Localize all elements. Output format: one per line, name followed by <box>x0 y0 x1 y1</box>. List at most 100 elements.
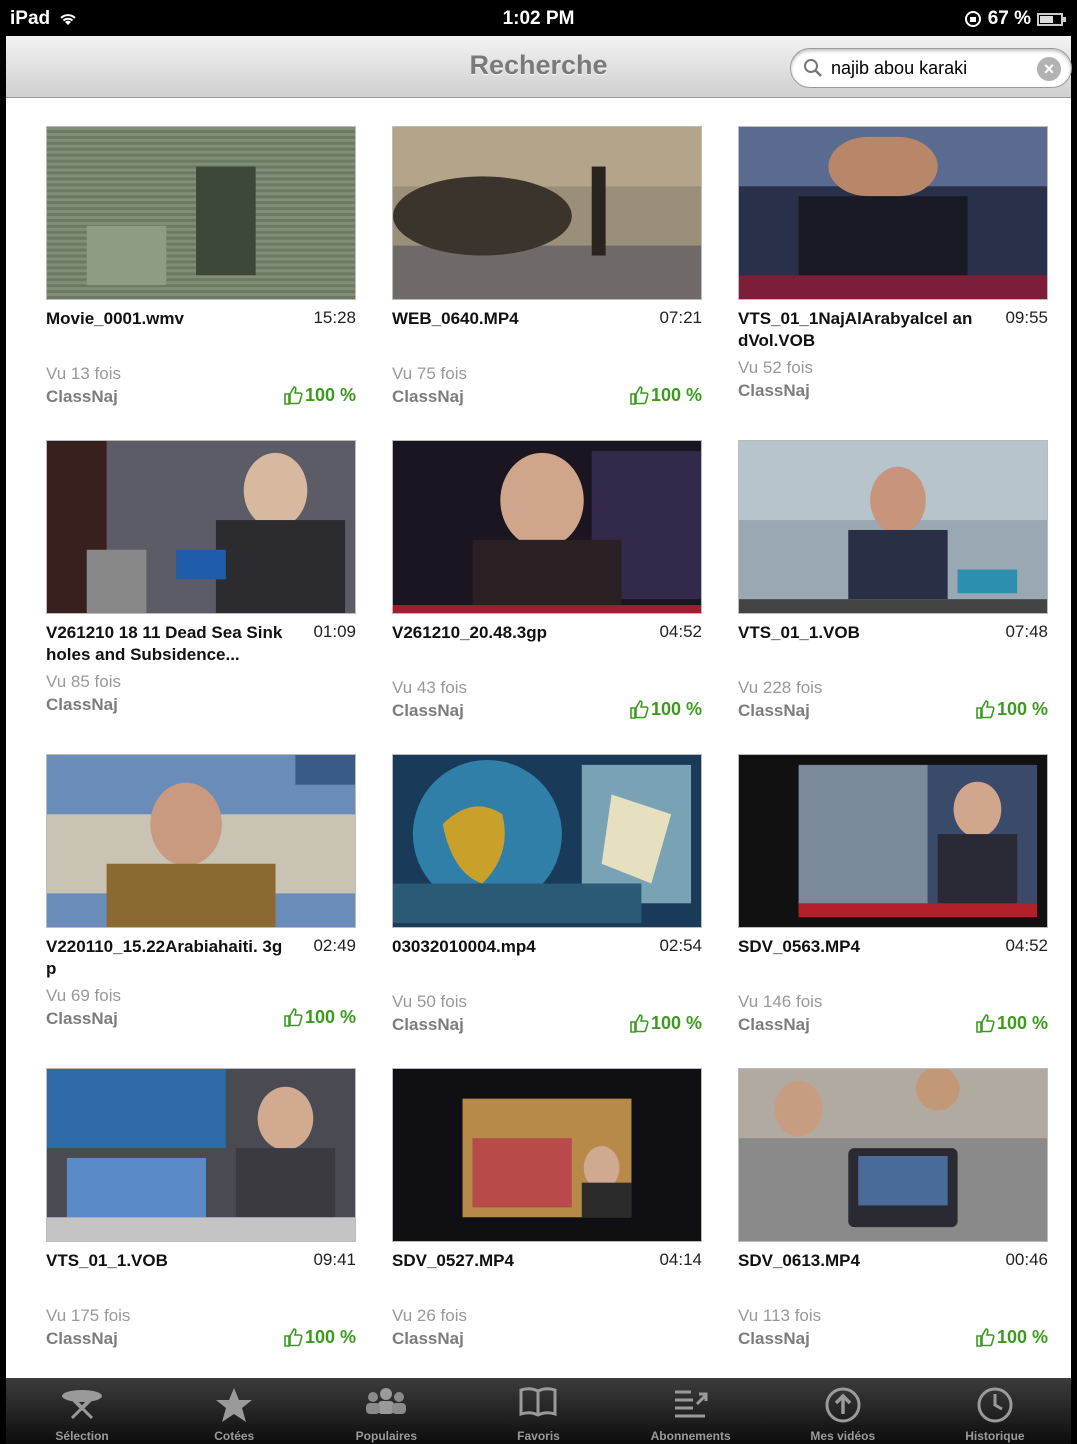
tab-clock[interactable]: Historique <box>919 1378 1071 1444</box>
star-icon <box>216 1388 253 1422</box>
tab-book[interactable]: Favoris <box>462 1378 614 1444</box>
tab-label: Cotées <box>214 1429 255 1443</box>
video-tile[interactable]: V261210_20.48.3gp 04:52 Vu 43 fois ClassNaj… <box>392 440 702 740</box>
search-input[interactable] <box>831 57 1021 79</box>
video-rating: 100 % <box>628 1012 702 1034</box>
video-tile[interactable]: SDV_0613.MP4 00:46 Vu 113 fois ClassNaj 100 … <box>738 1068 1048 1368</box>
video-title[interactable]: VTS_01_1.VOB <box>738 622 976 644</box>
video-thumbnail[interactable] <box>46 126 356 300</box>
video-views: Vu 43 fois <box>392 678 467 697</box>
battery-icon <box>1037 12 1066 26</box>
rating-value: 100 % <box>650 384 702 405</box>
status-right: 67 % <box>964 8 1066 30</box>
video-channel[interactable]: ClassNaj <box>46 387 118 407</box>
video-title[interactable]: VTS_01_1.VOB <box>46 1250 284 1272</box>
video-tile[interactable]: VTS_01_1.VOB 09:41 Vu 175 fois ClassNaj 100 … <box>46 1068 356 1368</box>
video-title[interactable]: VTS_01_1NajAlArabyalcel andVol.VOB <box>738 308 976 352</box>
video-duration: 04:52 <box>659 622 702 641</box>
video-thumbnail[interactable] <box>46 1068 356 1242</box>
video-duration: 09:41 <box>313 1250 356 1269</box>
video-views: Vu 175 fois <box>46 1306 131 1325</box>
video-tile[interactable]: SDV_0527.MP4 04:14 Vu 26 fois ClassNaj <box>392 1068 702 1368</box>
thumbs-up-icon <box>284 1328 303 1347</box>
video-channel[interactable]: ClassNaj <box>738 701 810 721</box>
tab-label: Mes vidéos <box>810 1429 876 1443</box>
video-rating: 100 % <box>974 698 1048 720</box>
search-icon <box>804 59 822 77</box>
upload-icon <box>825 1387 861 1423</box>
video-channel[interactable]: ClassNaj <box>392 1015 464 1035</box>
video-title[interactable]: V261210 18 11 Dead Sea Sinkholes and Sub… <box>46 622 284 666</box>
video-views: Vu 52 fois <box>738 358 813 377</box>
tab-label: Historique <box>965 1429 1025 1443</box>
video-channel[interactable]: ClassNaj <box>392 701 464 721</box>
video-tile[interactable]: WEB_0640.MP4 07:21 Vu 75 fois ClassNaj 100 % <box>392 126 702 426</box>
thumbs-up-icon <box>976 700 995 719</box>
tab-subscriptions[interactable]: Abonnements <box>615 1378 767 1444</box>
orientation-lock-icon <box>964 11 981 27</box>
tab-satellite[interactable]: Sélection <box>6 1378 158 1444</box>
video-tile[interactable]: V220110_15.22Arabiahaiti. 3gp 02:49 Vu 69 … <box>46 754 356 1054</box>
video-duration: 00:46 <box>1005 1250 1048 1269</box>
video-thumbnail[interactable] <box>392 126 702 300</box>
video-views: Vu 13 fois <box>46 364 121 383</box>
video-channel[interactable]: ClassNaj <box>738 381 810 401</box>
video-thumbnail[interactable] <box>392 1068 702 1242</box>
video-tile[interactable]: VTS_01_1.VOB 07:48 Vu 228 fois ClassNaj 100 … <box>738 440 1048 740</box>
rating-value: 100 % <box>650 1012 702 1033</box>
video-thumbnail[interactable] <box>738 1068 1048 1242</box>
video-views: Vu 228 fois <box>738 678 823 697</box>
video-thumbnail[interactable] <box>46 754 356 928</box>
video-channel[interactable]: ClassNaj <box>392 1329 464 1349</box>
video-tile[interactable]: Movie_0001.wmv 15:28 Vu 13 fois ClassNaj 100… <box>46 126 356 426</box>
tab-upload[interactable]: Mes vidéos <box>767 1378 919 1444</box>
video-views: Vu 85 fois <box>46 672 121 691</box>
thumbs-up-icon <box>284 1008 303 1027</box>
video-title[interactable]: SDV_0527.MP4 <box>392 1250 630 1272</box>
video-channel[interactable]: ClassNaj <box>738 1329 810 1349</box>
video-thumbnail[interactable] <box>46 440 356 614</box>
video-tile[interactable]: VTS_01_1NajAlArabyalcel andVol.VOB 09:55 V… <box>738 126 1048 426</box>
video-duration: 02:54 <box>659 936 702 955</box>
video-duration: 04:14 <box>659 1250 702 1269</box>
video-channel[interactable]: ClassNaj <box>46 1329 118 1349</box>
video-title[interactable]: SDV_0563.MP4 <box>738 936 976 958</box>
video-title[interactable]: 03032010004.mp4 <box>392 936 630 958</box>
tab-star[interactable]: Cotées <box>158 1378 310 1444</box>
video-views: Vu 75 fois <box>392 364 467 383</box>
thumbs-up-icon <box>284 386 303 405</box>
clear-search-button[interactable]: × <box>1037 57 1061 81</box>
clock-icon <box>977 1387 1013 1423</box>
tab-label: Sélection <box>55 1429 109 1443</box>
video-thumbnail[interactable] <box>392 754 702 928</box>
video-title[interactable]: WEB_0640.MP4 <box>392 308 630 330</box>
video-thumbnail[interactable] <box>392 440 702 614</box>
tab-label: Abonnements <box>650 1429 731 1443</box>
video-title[interactable]: V220110_15.22Arabiahaiti. 3gp <box>46 936 284 980</box>
tab-people[interactable]: Populaires <box>310 1378 462 1444</box>
video-duration: 15:28 <box>313 308 356 327</box>
search-field[interactable]: × <box>790 48 1072 88</box>
video-thumbnail[interactable] <box>738 126 1048 300</box>
video-channel[interactable]: ClassNaj <box>738 1015 810 1035</box>
rating-value: 100 % <box>304 1006 356 1027</box>
video-channel[interactable]: ClassNaj <box>392 387 464 407</box>
video-tile[interactable]: 03032010004.mp4 02:54 Vu 50 fois ClassNaj 10… <box>392 754 702 1054</box>
video-thumbnail[interactable] <box>738 754 1048 928</box>
navigation-bar: Recherche × <box>6 36 1072 98</box>
video-rating: 100 % <box>974 1012 1048 1034</box>
video-duration: 07:21 <box>659 308 702 327</box>
people-icon <box>366 1388 407 1414</box>
video-title[interactable]: SDV_0613.MP4 <box>738 1250 976 1272</box>
video-rating: 100 % <box>628 698 702 720</box>
status-bar: iPad 1:02 PM 67 % <box>6 0 1071 36</box>
rating-value: 100 % <box>996 1012 1048 1033</box>
video-tile[interactable]: SDV_0563.MP4 04:52 Vu 146 fois ClassNaj 100 … <box>738 754 1048 1054</box>
video-title[interactable]: Movie_0001.wmv <box>46 308 284 330</box>
video-thumbnail[interactable] <box>738 440 1048 614</box>
video-tile[interactable]: V261210 18 11 Dead Sea Sinkholes and Sub… <box>46 440 356 740</box>
video-channel[interactable]: ClassNaj <box>46 1009 118 1029</box>
video-title[interactable]: V261210_20.48.3gp <box>392 622 630 644</box>
video-channel[interactable]: ClassNaj <box>46 695 118 715</box>
video-duration: 09:55 <box>1005 308 1048 327</box>
